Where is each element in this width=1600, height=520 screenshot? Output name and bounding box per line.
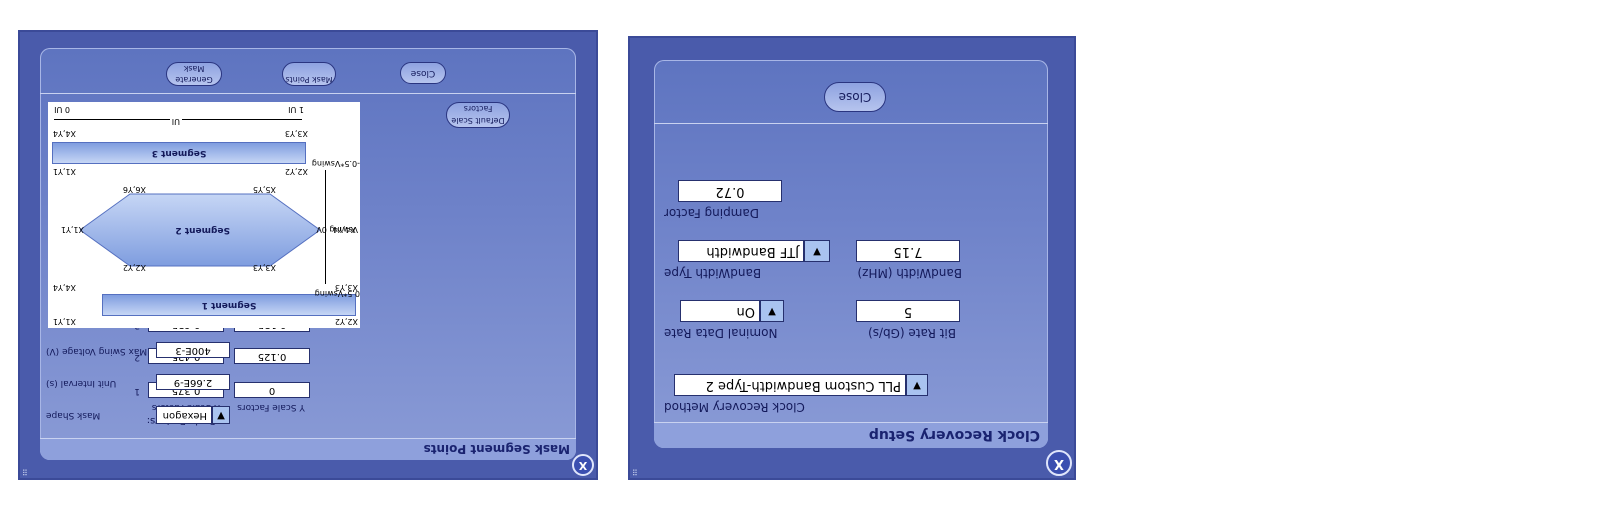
point-label: X4,Y4 [52,283,76,292]
bandwidth-type-select[interactable]: JTF Bandwidth [678,240,804,262]
clock-dialog-title: Clock Recovery Setup [654,422,1048,448]
mask-shape-dropdown-button[interactable]: ▼ [212,406,230,424]
zero-ui-label: 0 UI [54,105,70,114]
point-label: X3,Y3 [284,129,308,138]
unit-interval-input[interactable]: 2.66E-9 [156,374,230,390]
mask-shape-select[interactable]: Hexagon [156,406,212,424]
point-label: X6,Y6 [122,185,146,194]
point-label: X1,Y1 [52,317,76,326]
bandwidth-input[interactable]: 7.15 [856,240,960,262]
mask-dialog-title: Mask Segment Points [40,438,576,460]
nominal-data-rate-dropdown-button[interactable]: ▼ [760,300,784,322]
mask-close-button[interactable]: Close [400,62,446,84]
max-swing-label: Max Swing Voltage (V) [46,346,148,356]
point-label: X1,Y1 [60,225,84,234]
vswing-label: Vswing 0V [316,225,358,234]
resize-grip-icon[interactable]: ⠿ [632,467,638,476]
clock-dialog-close-x[interactable]: X [1046,450,1072,476]
point-label: X3,Y3 [334,283,358,292]
clock-dialog-panel: Clock Recovery Setup Clock Recovery Meth… [654,60,1048,448]
bandwidth-label: BandWidth (MHz) [857,266,962,280]
one-ui-label: 1 UI [288,105,304,114]
point-label: X2,Y2 [122,263,146,272]
clock-close-button[interactable]: Close [824,82,886,112]
clock-method-dropdown-button[interactable]: ▼ [906,374,928,396]
mask-points-button[interactable]: Mask Points [282,62,336,86]
damping-factor-label: Damping Factor [664,206,760,220]
ui-label: UI [169,117,182,126]
clock-recovery-dialog: X ⠿ Clock Recovery Setup Clock Recovery … [628,36,1076,480]
max-swing-input[interactable]: 400E-3 [156,342,230,358]
point-label: X1,Y1 [52,167,76,176]
mask-dialog-close-x[interactable]: X [572,454,594,476]
y-scale-header: Y Scale Factors [237,402,305,412]
bit-rate-input[interactable]: 5 [856,300,960,322]
mask-shape-label: Mask Shape [46,410,101,420]
mask-diagram: X2,Y2 X1,Y1 Segment 1 0.5*Vswing X3,Y3 X… [48,102,360,328]
mask-dialog-divider [40,93,576,94]
y-scale-factor-input[interactable]: 0.125 [234,348,310,364]
neg-swing-label: -0.5*Vswing [311,159,360,168]
resize-grip-icon[interactable]: ⠿ [22,467,28,476]
segment-3: Segment 3 [52,142,306,164]
vswing-arrow [325,170,326,284]
mask-segment-dialog: X ⠿ Mask Segment Points Scale Factors: X… [18,30,598,480]
generate-mask-button[interactable]: Generate Mask [166,62,222,86]
point-label: X2,Y2 [284,167,308,176]
bandwidth-type-dropdown-button[interactable]: ▼ [804,240,830,262]
point-label: X2,Y2 [334,317,358,326]
clock-method-label: Clock Recovery Method [664,400,805,414]
bit-rate-label: Bit Rate (Gb/s) [868,326,956,340]
point-label: X3,Y3 [252,263,276,272]
point-label: X4,Y4 [52,129,76,138]
bandwidth-type-label: BandWidth Type [664,266,762,280]
point-label: X5,Y5 [252,185,276,194]
y-scale-factor-input[interactable]: 0 [234,382,310,398]
clock-dialog-divider [654,123,1048,124]
mask-dialog-panel: Mask Segment Points Scale Factors: X Sca… [40,48,576,460]
clock-method-select[interactable]: PLL Custom Bandwidth-Type 2 [674,374,906,396]
unit-interval-label: Unit Interval (s) [46,378,117,388]
damping-factor-input[interactable]: 0.72 [678,180,782,202]
default-scale-factors-button[interactable]: Default Scale Factors [446,102,510,128]
nominal-data-rate-label: Nominal Data Rate [664,326,778,340]
segment-2-label: Segment 2 [175,225,230,235]
nominal-data-rate-select[interactable]: On [680,300,760,322]
